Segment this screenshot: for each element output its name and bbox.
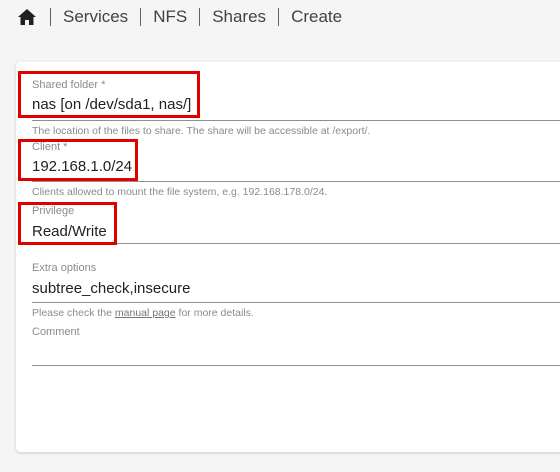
client-input[interactable]: 192.168.1.0/24 <box>32 158 132 175</box>
breadcrumb-separator <box>50 8 51 26</box>
extra-options-label: Extra options <box>32 262 97 274</box>
shared-folder-hint: The location of the files to share. The … <box>32 125 371 137</box>
manual-page-link[interactable]: manual page <box>115 307 176 319</box>
comment-field[interactable]: Comment <box>32 324 560 368</box>
shared-folder-field[interactable]: Shared folder * nas [on /dev/sda1, nas/]… <box>32 77 560 139</box>
breadcrumb-nfs[interactable]: NFS <box>153 7 187 27</box>
shared-folder-select[interactable]: nas [on /dev/sda1, nas/] <box>32 96 191 113</box>
client-field[interactable]: Client * 192.168.1.0/24 Clients allowed … <box>32 140 560 202</box>
home-icon[interactable] <box>16 6 38 28</box>
breadcrumb-separator <box>140 8 142 26</box>
client-underline <box>32 181 560 182</box>
breadcrumb-create: Create <box>291 7 343 26</box>
extra-options-input[interactable]: subtree_check,insecure <box>32 280 190 297</box>
breadcrumb-separator <box>278 8 280 26</box>
extra-options-field[interactable]: Extra options subtree_check,insecure Ple… <box>32 260 560 324</box>
extra-options-hint: Please check the manual page for more de… <box>32 307 254 319</box>
privilege-underline <box>32 243 560 244</box>
breadcrumb-services[interactable]: Services <box>63 7 128 27</box>
privilege-select[interactable]: Read/Write <box>32 223 107 240</box>
shared-folder-underline <box>32 120 560 121</box>
breadcrumb: Services NFS Shares Create <box>16 0 342 34</box>
shared-folder-label: Shared folder * <box>32 79 106 91</box>
privilege-label: Privilege <box>32 205 75 217</box>
client-hint: Clients allowed to mount the file system… <box>32 186 328 198</box>
extra-options-underline <box>32 302 560 303</box>
share-form-card: Shared folder * nas [on /dev/sda1, nas/]… <box>16 62 560 452</box>
breadcrumb-separator <box>199 8 201 26</box>
privilege-field[interactable]: Privilege Read/Write <box>32 203 560 249</box>
client-label: Client * <box>32 141 68 153</box>
breadcrumb-shares[interactable]: Shares <box>212 7 266 27</box>
comment-label: Comment <box>32 326 80 338</box>
comment-underline <box>32 365 560 366</box>
